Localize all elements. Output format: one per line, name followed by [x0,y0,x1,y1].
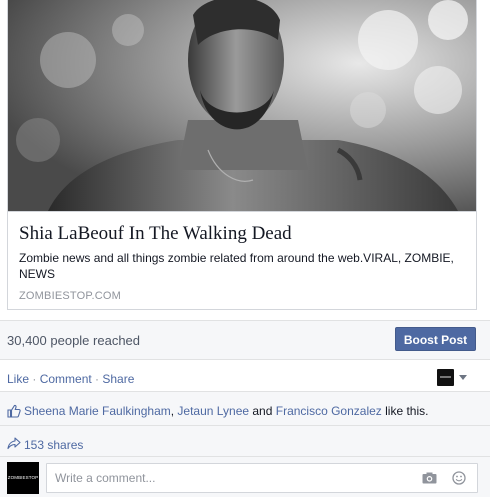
share-arrow-icon [7,437,21,450]
link-preview-image[interactable] [8,0,476,211]
link-domain: ZOMBIESTOP.COM [19,290,122,302]
link-preview-card[interactable]: Shia LaBeouf In The Walking Dead Zombie … [7,0,477,310]
divider [0,456,490,457]
divider [0,425,490,426]
comment-input[interactable] [53,470,397,486]
link-description: Zombie news and all things zombie relate… [19,251,454,281]
page-avatar-icon [437,369,454,386]
reach-count[interactable]: 30,400 people reached [7,333,140,348]
liker-name[interactable]: Jetaun Lynee [177,404,249,418]
emoji-icon[interactable] [452,471,466,485]
shares-count[interactable]: 153 shares [24,438,83,452]
link-title[interactable]: Shia LaBeouf In The Walking Dead [19,223,292,245]
divider [0,391,490,392]
comment-link[interactable]: Comment [40,372,92,386]
separator: · [29,372,40,386]
thumbs-up-icon [7,404,21,418]
liker-name[interactable]: Sheena Marie Faulkingham [24,404,171,418]
chevron-down-icon [459,375,467,380]
and-text: and [249,404,276,418]
separator: · [91,372,103,386]
avatar[interactable]: ZOMBIESTOP [7,462,39,494]
share-link[interactable]: Share [102,372,134,386]
like-link[interactable]: Like [7,372,29,386]
post-actions: Like · Comment · Share [7,372,134,386]
likes-summary: Sheena Marie Faulkingham, Jetaun Lynee a… [24,404,428,418]
link-preview-text[interactable]: Shia LaBeouf In The Walking Dead Zombie … [8,211,476,309]
boost-post-button[interactable]: Boost Post [395,327,476,351]
liker-name[interactable]: Francisco Gonzalez [276,404,382,418]
comment-box[interactable] [46,463,478,493]
facebook-post: Shia LaBeouf In The Walking Dead Zombie … [0,0,490,497]
likes-suffix: like this. [381,404,429,418]
divider [0,359,490,360]
shirtless-man-photo [8,0,476,211]
page-identity-selector[interactable] [437,369,469,386]
camera-icon[interactable] [422,472,437,484]
